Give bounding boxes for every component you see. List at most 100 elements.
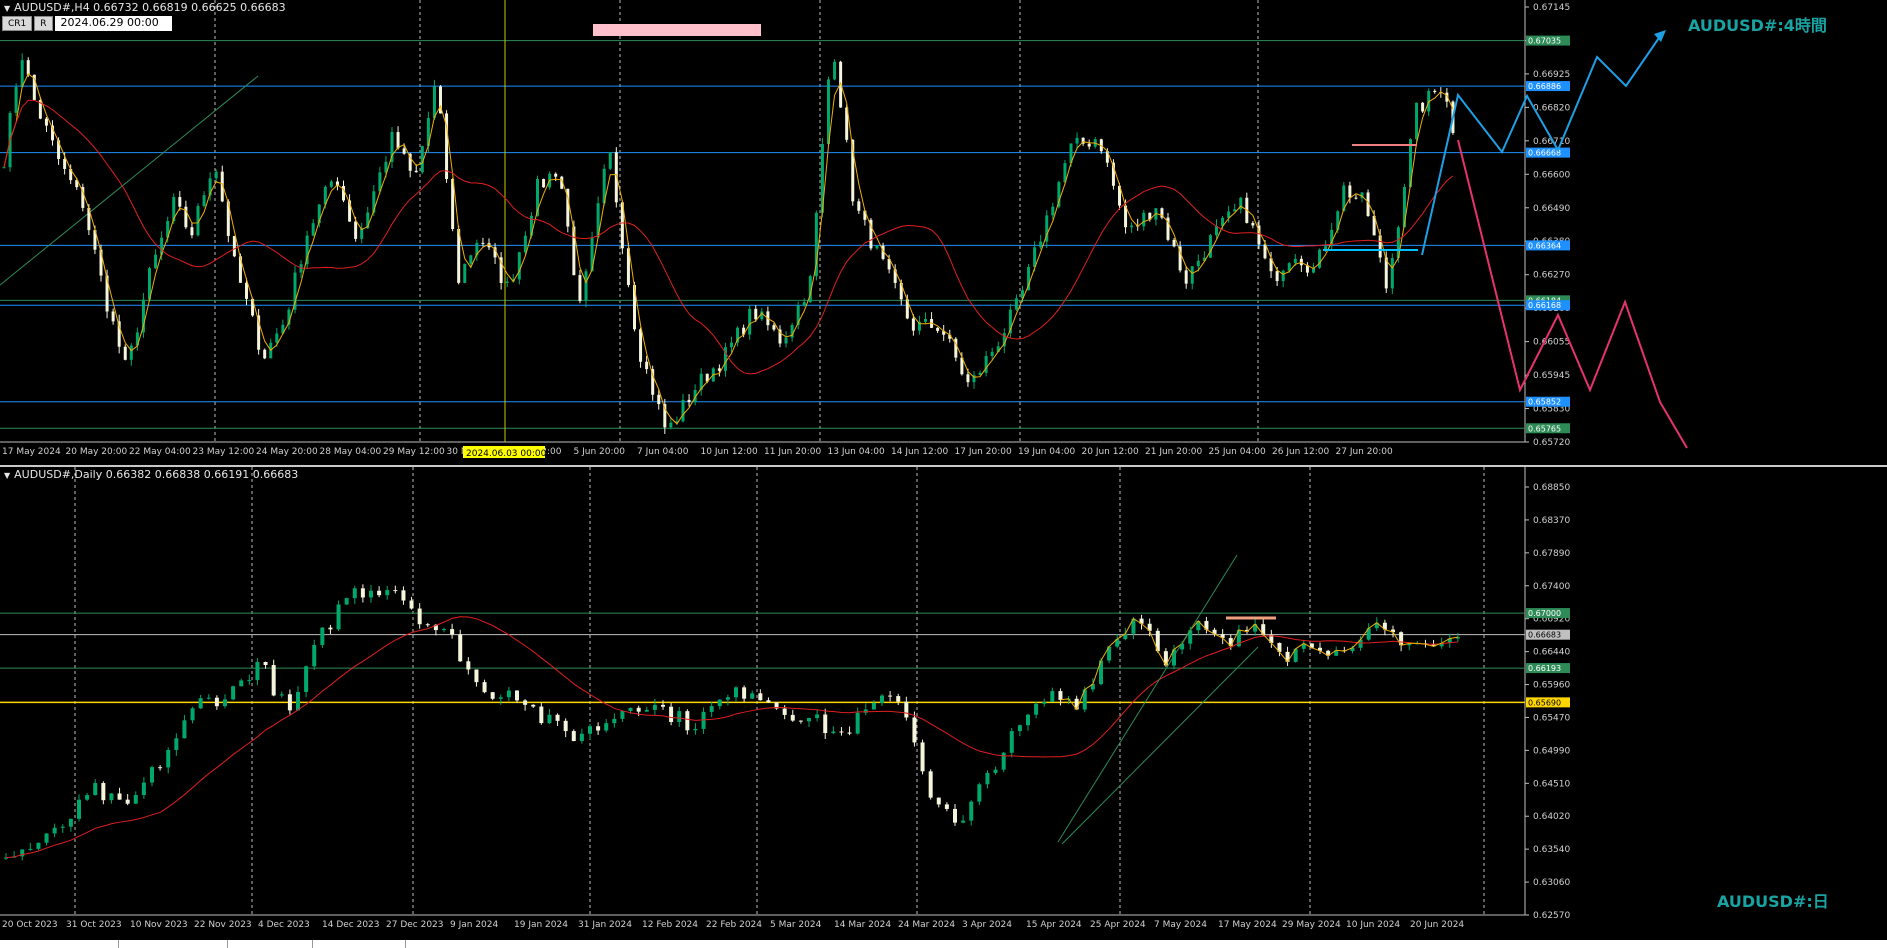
candle-body <box>515 690 519 701</box>
candle-body <box>578 275 582 302</box>
level-price-label: 0.66668 <box>1528 149 1561 158</box>
candle-body <box>190 708 195 721</box>
candle-body <box>1318 249 1322 268</box>
daily-chart-canvas[interactable]: 0.688500.683700.678900.674000.669200.664… <box>0 467 1887 940</box>
candle-body <box>912 717 917 743</box>
collapse-triangle-icon[interactable]: ▼ <box>4 4 10 13</box>
h4-chart-canvas[interactable]: 0.671450.670350.669250.668200.667100.666… <box>0 0 1887 465</box>
candle-body <box>245 282 248 299</box>
candle-body <box>966 374 970 383</box>
level-price-label: 0.66886 <box>1528 82 1561 91</box>
candle-body <box>329 181 333 187</box>
candle-body <box>150 767 154 783</box>
candle-body <box>758 693 763 701</box>
candle-body <box>133 795 138 804</box>
level-price-label: 0.67000 <box>1528 609 1561 618</box>
candle-body <box>214 171 218 179</box>
candle-body <box>636 707 641 712</box>
time-axis-label: 31 Jan 2024 <box>578 920 632 930</box>
price-tick-label: 0.67890 <box>1533 549 1570 559</box>
candle-body <box>263 349 267 359</box>
candle-body <box>807 718 811 722</box>
candle-body <box>953 808 957 823</box>
candle-body <box>125 799 130 804</box>
candle-body <box>1130 225 1134 228</box>
candle-body <box>936 327 940 331</box>
price-tick-label: 0.67145 <box>1533 3 1570 13</box>
candle-body <box>312 644 317 667</box>
time-axis-label: 24 Mar 2024 <box>898 920 955 930</box>
candle-body <box>871 702 876 710</box>
time-axis-label: 7 Jun 04:00 <box>637 447 689 457</box>
candle-body <box>652 704 657 710</box>
time-axis-label: 12 Feb 2024 <box>642 920 698 930</box>
candle-body <box>1190 266 1194 284</box>
candle-body <box>2 167 6 169</box>
level-price-label: 0.65765 <box>1528 424 1561 433</box>
cr1-button[interactable]: CR1 <box>2 16 33 31</box>
candle-body <box>579 733 584 742</box>
time-axis-label: 5 Jun 20:00 <box>574 447 626 457</box>
daily-chart-title: AUDUSD#:日 <box>1717 892 1829 911</box>
candle-body <box>717 368 721 371</box>
time-axis-label: 23 May 12:00 <box>193 447 255 457</box>
candle-body <box>481 242 485 244</box>
collapse-triangle-icon[interactable]: ▼ <box>4 471 10 480</box>
candle-body <box>1287 263 1291 271</box>
candle-body <box>154 254 158 269</box>
level-price-label: 0.66683 <box>1528 631 1561 640</box>
candle-body <box>117 793 122 800</box>
candle-body <box>730 342 733 348</box>
candle-body <box>93 783 98 796</box>
time-axis-label: 25 Jun 04:00 <box>1209 447 1266 457</box>
candle-body <box>129 345 133 360</box>
candle-body <box>681 399 685 422</box>
h4-chart-header: ▼ AUDUSD#,H4 0.66732 0.66819 0.66625 0.66… <box>4 1 286 14</box>
h4-chart-panel[interactable]: 0.671450.670350.669250.668200.667100.666… <box>0 0 1887 465</box>
candle-body <box>263 661 268 666</box>
candle-body <box>1251 222 1255 226</box>
price-tick-label: 0.65945 <box>1533 371 1570 381</box>
time-axis-label: 25 Apr 2024 <box>1090 920 1146 930</box>
date-input[interactable]: 2024.06.29 00:00 <box>54 16 172 31</box>
candle-body <box>296 692 300 711</box>
candle-body <box>232 235 236 257</box>
chart-tab[interactable] <box>118 940 228 948</box>
trendline <box>0 75 259 286</box>
r-button[interactable]: R <box>34 16 53 31</box>
candle-body <box>944 804 949 809</box>
candle-body <box>782 708 787 715</box>
price-tick-label: 0.66925 <box>1533 70 1570 80</box>
candle-body <box>604 723 609 731</box>
price-tick-label: 0.65720 <box>1533 438 1570 448</box>
candle-body <box>26 60 30 75</box>
time-axis-label: 22 Nov 2023 <box>194 920 252 930</box>
smoothed-price-line <box>3 73 1454 425</box>
candle-body <box>831 731 836 734</box>
h4-toolbar: CR1 R 2024.06.29 00:00 <box>2 16 172 31</box>
candle-body <box>1142 212 1146 227</box>
candle-body <box>669 706 674 722</box>
candle-body <box>1208 235 1212 258</box>
time-axis-label: 20 Oct 2023 <box>2 920 58 930</box>
candle-body <box>425 624 430 626</box>
candle-body <box>1051 206 1055 216</box>
chart-tab[interactable] <box>312 940 406 948</box>
candle-body <box>784 337 788 344</box>
time-axis-label: 14 Dec 2023 <box>322 920 380 930</box>
candle-body <box>344 598 349 605</box>
candle-body <box>105 275 109 312</box>
candle-body <box>247 680 252 682</box>
candle-body <box>1050 691 1055 702</box>
candle-body <box>880 695 884 703</box>
candle-body <box>645 361 649 370</box>
candle-body <box>709 706 714 712</box>
price-tick-label: 0.65960 <box>1533 681 1570 691</box>
candle-body <box>1196 260 1200 267</box>
price-tick-label: 0.68850 <box>1533 483 1570 493</box>
candle-body <box>693 728 698 731</box>
candle-body <box>687 399 691 403</box>
price-tick-label: 0.66600 <box>1533 170 1570 180</box>
daily-chart-panel[interactable]: 0.68850 0.68370 0.67890 0.67400 0.66920 0.664… <box>0 467 1887 940</box>
candle-body <box>539 706 544 724</box>
